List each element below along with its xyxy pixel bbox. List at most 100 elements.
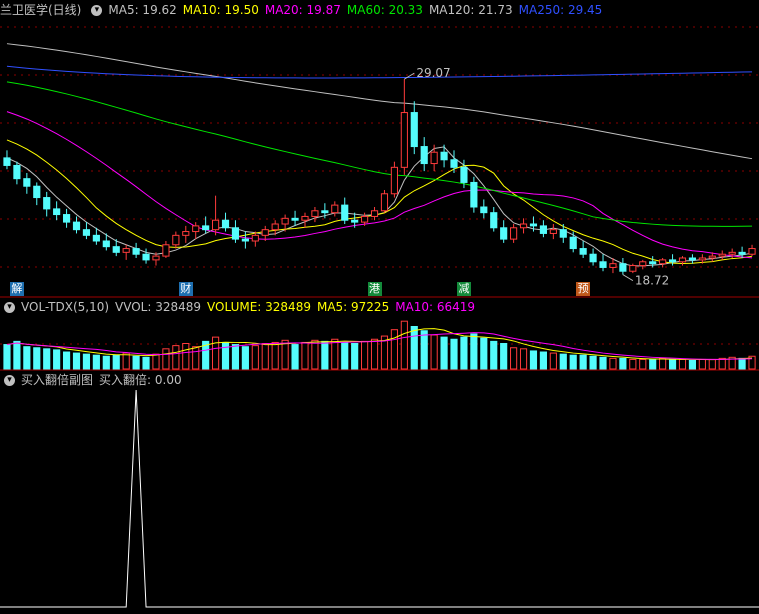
event-marker-0[interactable]: 解 [9, 282, 24, 296]
volume-bar [420, 330, 428, 370]
candle-body [172, 234, 180, 246]
candle-body [102, 240, 110, 248]
ma10-line [6, 139, 753, 264]
volume-bar [370, 338, 379, 370]
volume-bar [430, 334, 438, 370]
candle-body [361, 215, 369, 223]
candle-body [450, 159, 458, 168]
volume-bar [549, 352, 557, 370]
volume-bar [122, 352, 130, 370]
volume-bar [13, 340, 21, 370]
candle-body [261, 229, 269, 236]
volume-bar [341, 341, 349, 370]
ma-label-ma120: MA120: 21.73 [428, 3, 513, 17]
candle-body [410, 112, 418, 148]
volume-bar [649, 358, 657, 370]
candle-body [519, 223, 528, 229]
volume-bar [480, 337, 488, 370]
candle-body [122, 248, 130, 253]
candle-body [599, 261, 607, 268]
candle-body [132, 248, 140, 255]
candle-body [430, 151, 438, 165]
low-marker [622, 274, 634, 282]
candle-body [62, 214, 71, 223]
volume-bar [53, 349, 61, 370]
candle-body [589, 253, 597, 263]
volume-bar [142, 356, 150, 370]
candle-body [718, 253, 726, 257]
volume-bar [460, 336, 468, 370]
volume-bar [192, 346, 200, 370]
event-marker-2[interactable]: 港 [367, 282, 382, 296]
volume-bar [152, 353, 160, 370]
candle-body [192, 225, 200, 233]
volume-bar [112, 354, 120, 370]
volume-bar [351, 343, 359, 370]
volume-bar [659, 357, 667, 370]
volume-bar [599, 356, 607, 370]
candle-body [728, 251, 736, 255]
candle-body [500, 227, 508, 240]
volume-label-vvol: VVOL: 328489 [115, 300, 202, 314]
candle-body [162, 244, 170, 257]
candle-body [271, 223, 279, 231]
price-markers: 29.07 18.72 [404, 66, 669, 288]
volume-bar [559, 353, 567, 370]
ma250-line [6, 65, 753, 79]
candle-body [708, 255, 716, 259]
volume-bar [688, 360, 697, 370]
candle-body [142, 253, 150, 261]
candle-body [370, 210, 379, 217]
volume-bar [241, 346, 249, 370]
volume-bar [162, 348, 170, 370]
volume-bar [43, 348, 51, 370]
candle-body [619, 263, 627, 272]
candle-body [72, 221, 81, 231]
volume-bar [450, 338, 458, 370]
buy-double-line [0, 389, 759, 608]
high-marker [404, 72, 415, 80]
event-marker-4[interactable]: 预 [576, 282, 591, 296]
volume-bar [291, 344, 299, 370]
volume-bar [281, 339, 289, 370]
candle-body [380, 193, 389, 212]
volume-bar [619, 357, 627, 370]
indicator-legend: ▾ 买入翻倍副图 买入翻倍: 0.00 [0, 372, 188, 388]
candle-body [390, 166, 398, 195]
ma60-line [6, 81, 753, 227]
candle-body [82, 229, 91, 236]
ma-labels: MA5: 19.62 MA10: 19.50 MA20: 19.87 MA60: 20… [108, 3, 608, 17]
dropdown-icon[interactable]: ▾ [4, 375, 15, 386]
candle-body [13, 164, 21, 180]
dropdown-icon[interactable]: ▾ [91, 5, 103, 16]
candle-body [331, 204, 339, 214]
ma-label-ma60: MA60: 20.33 [346, 3, 423, 17]
volume-bar [708, 358, 716, 370]
volume-bar [331, 338, 339, 370]
candle-body [510, 227, 518, 240]
high-label: 29.07 [416, 66, 450, 80]
candle-body [212, 219, 220, 231]
candle-body [182, 231, 190, 236]
candle-body [629, 265, 637, 272]
volume-bar [72, 352, 81, 370]
volume-bar [698, 358, 706, 370]
volume-bar [62, 351, 71, 370]
volume-label-vma5: MA5: 97225 [316, 300, 390, 314]
volume-bar [33, 347, 41, 370]
candle-body [202, 225, 210, 231]
stock-title: 兰卫医学(日线) [0, 3, 82, 17]
candle-body [351, 219, 359, 223]
event-marker-3[interactable]: 减 [456, 282, 471, 296]
volume-label-volume: VOLUME: 328489 [207, 300, 311, 314]
volume-bar [609, 357, 617, 370]
volume-bar [569, 354, 577, 370]
indicator-title: 买入翻倍副图 [21, 373, 94, 387]
candle-body [609, 263, 617, 268]
volume-bar [23, 346, 31, 370]
volume-bar [92, 354, 100, 370]
volume-bar [301, 341, 309, 370]
dropdown-icon[interactable]: ▾ [4, 302, 15, 313]
volume-bar [539, 351, 547, 370]
event-marker-1[interactable]: 财 [178, 282, 193, 296]
